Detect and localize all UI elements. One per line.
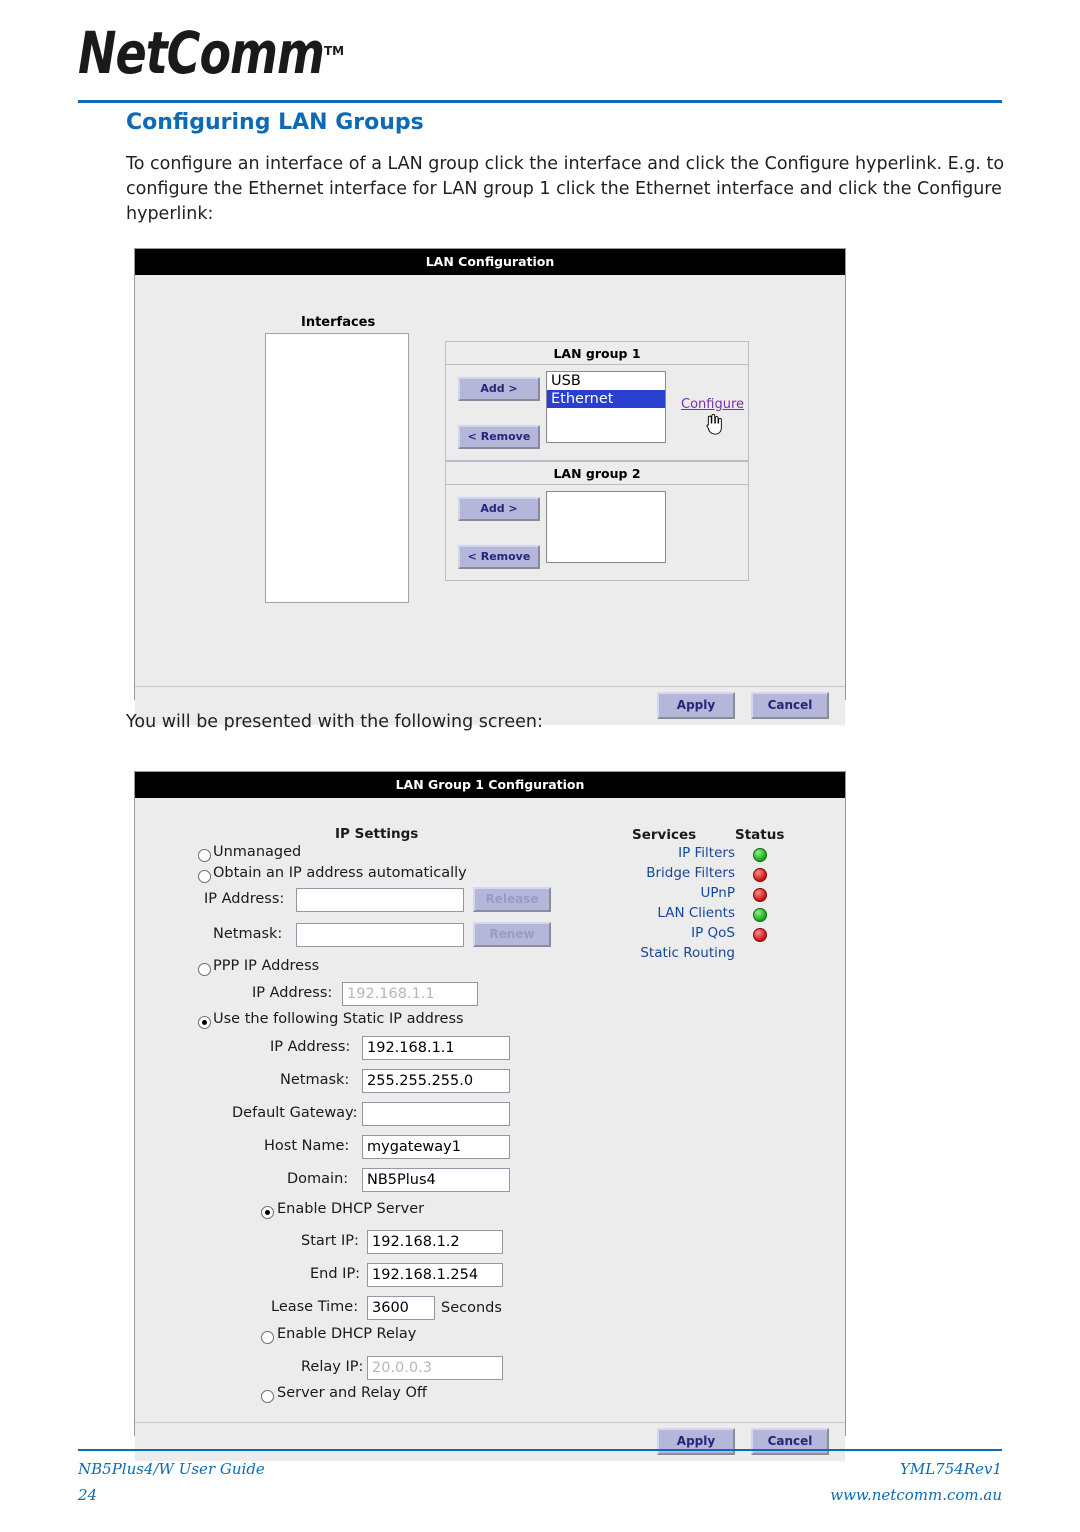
lan-group-1-panel: LAN group 1 Add > < Remove USB Ethernet … — [445, 341, 749, 461]
footer-doc-code: YML754Rev1 — [899, 1460, 1002, 1478]
group1-remove-button[interactable]: < Remove — [458, 425, 540, 449]
label-obtain-automatically: Obtain an IP address automatically — [213, 865, 467, 881]
input-auto-netmask[interactable] — [296, 923, 464, 947]
status-led-upnp — [753, 888, 767, 902]
input-end-ip[interactable]: 192.168.1.254 — [367, 1263, 503, 1287]
lan-configuration-screenshot: LAN Configuration Interfaces LAN group 1… — [134, 248, 846, 725]
group1-add-button[interactable]: Add > — [458, 377, 540, 401]
interfaces-label: Interfaces — [301, 315, 376, 330]
footer-divider — [78, 1449, 1002, 1451]
label-unmanaged: Unmanaged — [213, 844, 302, 860]
label-default-gateway: Default Gateway: — [232, 1105, 358, 1121]
page-title: Configuring LAN Groups — [126, 110, 424, 135]
screenshot1-body: Interfaces LAN group 1 Add > < Remove US… — [135, 275, 845, 725]
status-led-ip-filters — [753, 848, 767, 862]
interfaces-listbox[interactable] — [265, 333, 409, 603]
status-led-bridge-filters — [753, 868, 767, 882]
footer-document-title: NB5Plus4/W User Guide — [78, 1460, 265, 1478]
input-auto-ip-address[interactable] — [296, 888, 464, 912]
screenshot2-button-bar: Apply Cancel — [135, 1422, 845, 1461]
radio-server-and-relay-off[interactable] — [261, 1390, 274, 1403]
label-ppp-ip-address: PPP IP Address — [213, 958, 320, 974]
services-heading: Services — [632, 827, 697, 843]
radio-unmanaged[interactable] — [198, 849, 211, 862]
label-enable-dhcp-relay: Enable DHCP Relay — [277, 1326, 417, 1342]
label-seconds: Seconds — [441, 1300, 502, 1316]
radio-ppp-ip-address[interactable] — [198, 963, 211, 976]
status-heading: Status — [735, 827, 785, 843]
label-auto-netmask: Netmask: — [213, 926, 283, 942]
label-relay-ip: Relay IP: — [301, 1359, 364, 1375]
input-relay-ip[interactable]: 20.0.0.3 — [367, 1356, 503, 1380]
input-host-name[interactable]: mygateway1 — [362, 1135, 510, 1159]
list-item[interactable]: USB — [547, 372, 665, 390]
screenshot1-titlebar: LAN Configuration — [135, 249, 845, 275]
status-led-lan-clients — [753, 908, 767, 922]
status-led-ip-qos — [753, 928, 767, 942]
service-link-upnp[interactable]: UPnP — [585, 885, 735, 901]
label-static-ip: Use the following Static IP address — [213, 1011, 464, 1027]
list-item[interactable]: Ethernet — [547, 390, 665, 408]
service-link-bridge-filters[interactable]: Bridge Filters — [585, 865, 735, 881]
group2-add-button[interactable]: Add > — [458, 497, 540, 521]
logo-wordmark: NetComm — [78, 19, 325, 87]
footer-page-number: 24 — [78, 1486, 98, 1504]
configure-link[interactable]: Configure — [681, 397, 744, 412]
label-host-name: Host Name: — [264, 1138, 350, 1154]
service-link-lan-clients[interactable]: LAN Clients — [585, 905, 735, 921]
label-static-netmask: Netmask: — [280, 1072, 350, 1088]
hand-cursor-icon — [706, 414, 722, 435]
intro-paragraph: To configure an interface of a LAN group… — [126, 154, 1005, 224]
label-end-ip: End IP: — [310, 1266, 361, 1282]
label-start-ip: Start IP: — [301, 1233, 359, 1249]
input-static-ip-address[interactable]: 192.168.1.1 — [362, 1036, 510, 1060]
netcomm-logo: NetComm TM — [78, 19, 358, 87]
input-domain[interactable]: NB5Plus4 — [362, 1168, 510, 1192]
label-enable-dhcp-server: Enable DHCP Server — [277, 1201, 425, 1217]
header-divider — [78, 100, 1002, 103]
service-link-ip-filters[interactable]: IP Filters — [585, 845, 735, 861]
service-link-ip-qos[interactable]: IP QoS — [585, 925, 735, 941]
label-lease-time: Lease Time: — [271, 1299, 359, 1315]
input-ppp-ip-address[interactable]: 192.168.1.1 — [342, 982, 478, 1006]
label-auto-ip-address: IP Address: — [204, 891, 285, 907]
follow-up-paragraph: You will be presented with the following… — [126, 712, 543, 732]
screenshot2-titlebar: LAN Group 1 Configuration — [135, 772, 845, 798]
lan-group-2-panel: LAN group 2 Add > < Remove — [445, 461, 749, 581]
lan-group-2-heading: LAN group 2 — [446, 462, 748, 485]
label-domain: Domain: — [287, 1171, 349, 1187]
logo-trademark: TM — [324, 44, 345, 58]
ip-settings-heading: IP Settings — [335, 826, 419, 842]
radio-enable-dhcp-relay[interactable] — [261, 1331, 274, 1344]
radio-obtain-automatically[interactable] — [198, 870, 211, 883]
input-default-gateway[interactable] — [362, 1102, 510, 1126]
screenshot2-body: IP Settings Services Status Unmanaged Ob… — [135, 798, 845, 1461]
renew-button[interactable]: Renew — [473, 922, 551, 947]
group2-remove-button[interactable]: < Remove — [458, 545, 540, 569]
group1-member-list[interactable]: USB Ethernet — [546, 371, 666, 443]
label-ppp-ip-field: IP Address: — [252, 985, 333, 1001]
lan-group-1-heading: LAN group 1 — [446, 342, 748, 365]
radio-static-ip[interactable] — [198, 1016, 211, 1029]
input-static-netmask[interactable]: 255.255.255.0 — [362, 1069, 510, 1093]
label-static-ip-address: IP Address: — [270, 1039, 351, 1055]
document-page: NetComm TM Configuring LAN Groups To con… — [0, 0, 1080, 1532]
release-button[interactable]: Release — [473, 887, 551, 912]
group2-member-list[interactable] — [546, 491, 666, 563]
service-link-static-routing[interactable]: Static Routing — [585, 945, 735, 961]
footer-website: www.netcomm.com.au — [830, 1486, 1002, 1504]
input-lease-time[interactable]: 3600 — [367, 1296, 435, 1320]
lan-group-1-configuration-screenshot: LAN Group 1 Configuration IP Settings Se… — [134, 771, 846, 1461]
radio-enable-dhcp-server[interactable] — [261, 1206, 274, 1219]
input-start-ip[interactable]: 192.168.1.2 — [367, 1230, 503, 1254]
label-server-and-relay-off: Server and Relay Off — [277, 1385, 427, 1401]
